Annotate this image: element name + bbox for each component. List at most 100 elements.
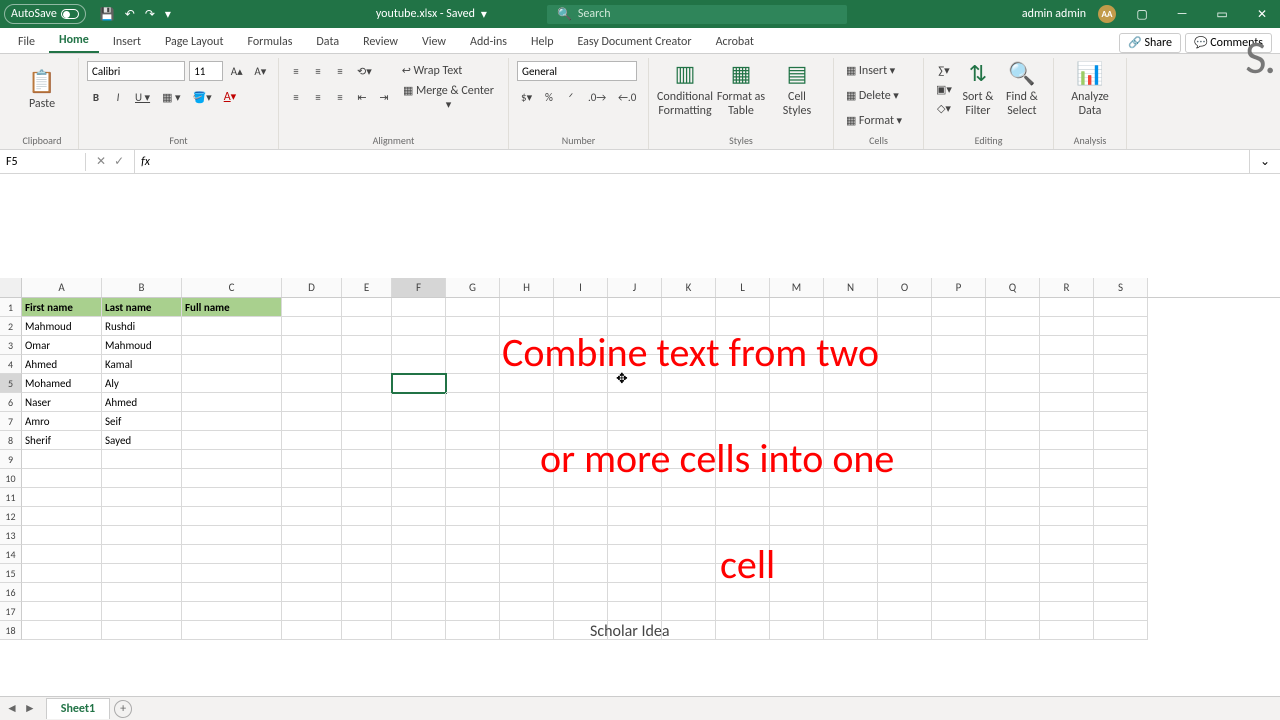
cell[interactable] [446, 602, 500, 621]
cell[interactable] [554, 526, 608, 545]
cell[interactable] [392, 602, 446, 621]
cell[interactable] [392, 526, 446, 545]
cell[interactable] [986, 488, 1040, 507]
cell[interactable] [662, 564, 716, 583]
cell[interactable] [770, 507, 824, 526]
cell[interactable] [282, 412, 342, 431]
cell[interactable] [1040, 412, 1094, 431]
undo-icon[interactable]: ↶ [125, 7, 135, 22]
wrap-text-button[interactable]: ↩ Wrap Text [398, 62, 467, 80]
cell[interactable] [22, 450, 102, 469]
cell[interactable] [1094, 564, 1148, 583]
cell[interactable] [282, 336, 342, 355]
cell[interactable] [102, 564, 182, 583]
cell[interactable] [1094, 355, 1148, 374]
cell[interactable] [554, 298, 608, 317]
cell[interactable] [986, 393, 1040, 412]
row-header[interactable]: 9 [0, 450, 22, 469]
cell[interactable] [662, 298, 716, 317]
cell[interactable] [102, 469, 182, 488]
cell[interactable] [554, 488, 608, 507]
cell[interactable] [986, 583, 1040, 602]
cell[interactable] [446, 507, 500, 526]
cell[interactable] [770, 602, 824, 621]
cell[interactable] [182, 602, 282, 621]
cell[interactable] [1094, 412, 1148, 431]
cell[interactable] [500, 602, 554, 621]
cell[interactable]: First name [22, 298, 102, 317]
cell[interactable] [1094, 298, 1148, 317]
cell[interactable] [342, 621, 392, 640]
cell[interactable] [1040, 393, 1094, 412]
cell[interactable] [182, 488, 282, 507]
cell[interactable] [662, 602, 716, 621]
cell[interactable] [932, 393, 986, 412]
cell[interactable] [878, 488, 932, 507]
row-header[interactable]: 15 [0, 564, 22, 583]
cell[interactable] [608, 393, 662, 412]
cell[interactable] [182, 355, 282, 374]
cell[interactable] [22, 545, 102, 564]
cell[interactable] [608, 564, 662, 583]
enter-formula-icon[interactable]: ✓ [114, 154, 124, 169]
cell[interactable] [770, 298, 824, 317]
cell[interactable] [608, 526, 662, 545]
align-left-icon[interactable]: ≡ [287, 89, 305, 106]
cell[interactable] [932, 488, 986, 507]
cell[interactable] [824, 412, 878, 431]
cell[interactable] [282, 450, 342, 469]
tab-help[interactable]: Help [521, 31, 564, 53]
cell[interactable] [182, 621, 282, 640]
cell[interactable]: Seif [102, 412, 182, 431]
cell[interactable] [102, 545, 182, 564]
cell[interactable] [1094, 336, 1148, 355]
cell[interactable] [282, 374, 342, 393]
column-header[interactable]: F [392, 278, 446, 297]
row-header[interactable]: 8 [0, 431, 22, 450]
cell[interactable] [500, 526, 554, 545]
cell[interactable]: Ahmed [102, 393, 182, 412]
cell[interactable] [878, 564, 932, 583]
row-header[interactable]: 7 [0, 412, 22, 431]
row-header[interactable]: 4 [0, 355, 22, 374]
cell[interactable] [1040, 602, 1094, 621]
select-all-corner[interactable] [0, 278, 22, 297]
cell[interactable]: Mohamed [22, 374, 102, 393]
cell[interactable] [716, 602, 770, 621]
cell[interactable] [1040, 469, 1094, 488]
cell[interactable] [342, 507, 392, 526]
cell[interactable] [932, 431, 986, 450]
cell[interactable] [342, 469, 392, 488]
cell[interactable] [986, 298, 1040, 317]
cell[interactable] [1040, 317, 1094, 336]
cell[interactable] [446, 450, 500, 469]
cell[interactable] [392, 450, 446, 469]
maximize-icon[interactable]: ▭ [1208, 7, 1236, 22]
cell[interactable] [182, 336, 282, 355]
cell[interactable] [1094, 393, 1148, 412]
row-header[interactable]: 14 [0, 545, 22, 564]
column-header[interactable]: J [608, 278, 662, 297]
cell[interactable] [716, 393, 770, 412]
cell[interactable] [22, 583, 102, 602]
underline-button[interactable]: U ▾ [131, 89, 154, 106]
tab-insert[interactable]: Insert [103, 31, 151, 53]
cell[interactable] [554, 507, 608, 526]
cell[interactable]: Naser [22, 393, 102, 412]
paste-button[interactable]: 📋 Paste [14, 58, 70, 122]
cell[interactable] [446, 564, 500, 583]
worksheet-grid[interactable]: ABCDEFGHIJKLMNOPQRS 1First nameLast name… [0, 174, 1280, 640]
cell[interactable] [986, 564, 1040, 583]
tab-file[interactable]: File [8, 31, 45, 53]
column-header[interactable]: H [500, 278, 554, 297]
column-header[interactable]: L [716, 278, 770, 297]
cell[interactable] [608, 507, 662, 526]
cell[interactable] [342, 564, 392, 583]
cell[interactable] [824, 488, 878, 507]
cell[interactable] [986, 431, 1040, 450]
row-header[interactable]: 3 [0, 336, 22, 355]
cell[interactable]: Rushdi [102, 317, 182, 336]
cell[interactable] [102, 488, 182, 507]
cell[interactable] [662, 621, 716, 640]
tab-page-layout[interactable]: Page Layout [155, 31, 233, 53]
